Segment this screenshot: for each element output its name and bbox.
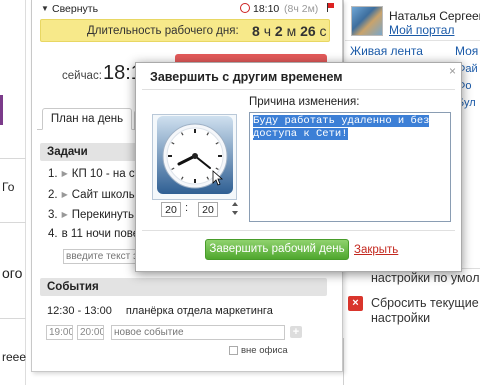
left-divider — [0, 222, 26, 223]
duration-label: Длительность рабочего дня: — [87, 25, 239, 37]
left-text-fragment: reee — [2, 350, 26, 364]
reason-text[interactable]: Буду работать удаленно и без доступа к С… — [253, 115, 449, 141]
close-link[interactable]: Закрыть — [354, 244, 398, 256]
flag-icon[interactable] — [327, 3, 335, 12]
task-item[interactable]: 1. ▶ КП 10 - на сут — [48, 168, 146, 180]
dialog-title: Завершить с другим временем — [150, 70, 343, 84]
close-icon[interactable]: × — [449, 64, 456, 78]
finish-workday-button[interactable]: Завершить рабочий день — [205, 239, 349, 260]
event-item[interactable]: 12:30 - 13:00 планёрка отдела маркетинга — [47, 305, 273, 317]
now-label: сейчас: — [62, 70, 102, 82]
reset-settings-link[interactable]: Сбросить текущие настройки — [371, 296, 479, 326]
task-item[interactable]: 4. в 11 ночи повес — [48, 228, 145, 240]
minutes-input[interactable] — [198, 202, 218, 217]
reason-label: Причина изменения: — [249, 96, 360, 108]
hours-input[interactable] — [161, 202, 181, 217]
outside-office-label: вне офиса — [241, 345, 288, 356]
task-item[interactable]: 2. ▶ Сайт школы - — [48, 189, 144, 201]
my-portal-link[interactable]: Мой портал — [389, 23, 454, 37]
analog-clock-dial[interactable] — [157, 116, 233, 194]
current-time: 18:10 — [253, 3, 280, 15]
left-text-fragment: Го — [2, 180, 15, 194]
left-divider — [0, 318, 26, 319]
new-event-input[interactable] — [111, 325, 285, 340]
nav-link-fragment[interactable]: Моя — [455, 44, 478, 58]
event-start-input[interactable] — [46, 325, 73, 340]
default-settings-link[interactable]: настройки по умолч — [371, 271, 480, 285]
sidebar-divider — [345, 40, 480, 41]
collapse-link[interactable]: Свернуть — [52, 3, 98, 15]
events-header: События — [40, 278, 327, 296]
triangle-right-icon: ▶ — [61, 210, 68, 219]
chevron-down-icon[interactable] — [232, 211, 238, 215]
elapsed-time: (8ч 2м) — [284, 3, 319, 15]
task-item[interactable]: 3. ▶ Перекинуть д — [48, 209, 144, 221]
chevron-up-icon[interactable] — [232, 202, 238, 206]
triangle-down-icon[interactable]: ▼ — [41, 4, 49, 13]
event-end-input[interactable] — [77, 325, 104, 340]
user-name[interactable]: Наталья Сергеев — [389, 9, 480, 23]
dialog-divider — [142, 230, 455, 231]
tab-day-plan[interactable]: План на день — [42, 108, 132, 130]
plus-icon[interactable]: + — [290, 326, 302, 338]
triangle-right-icon: ▶ — [61, 190, 68, 199]
duration-value: 8 ч 2 м 26 с — [252, 23, 327, 39]
left-text-fragment: ого — [2, 265, 23, 281]
time-separator: : — [185, 202, 189, 214]
dialog-divider — [142, 89, 455, 90]
close-icon[interactable]: × — [348, 296, 363, 311]
outside-office-checkbox[interactable] — [229, 346, 238, 355]
left-accent-bar — [0, 95, 3, 125]
triangle-right-icon: ▶ — [61, 169, 68, 178]
avatar[interactable] — [351, 6, 383, 36]
left-divider — [0, 158, 26, 159]
clock-icon — [240, 3, 250, 13]
live-feed-link[interactable]: Живая лента — [350, 44, 423, 58]
